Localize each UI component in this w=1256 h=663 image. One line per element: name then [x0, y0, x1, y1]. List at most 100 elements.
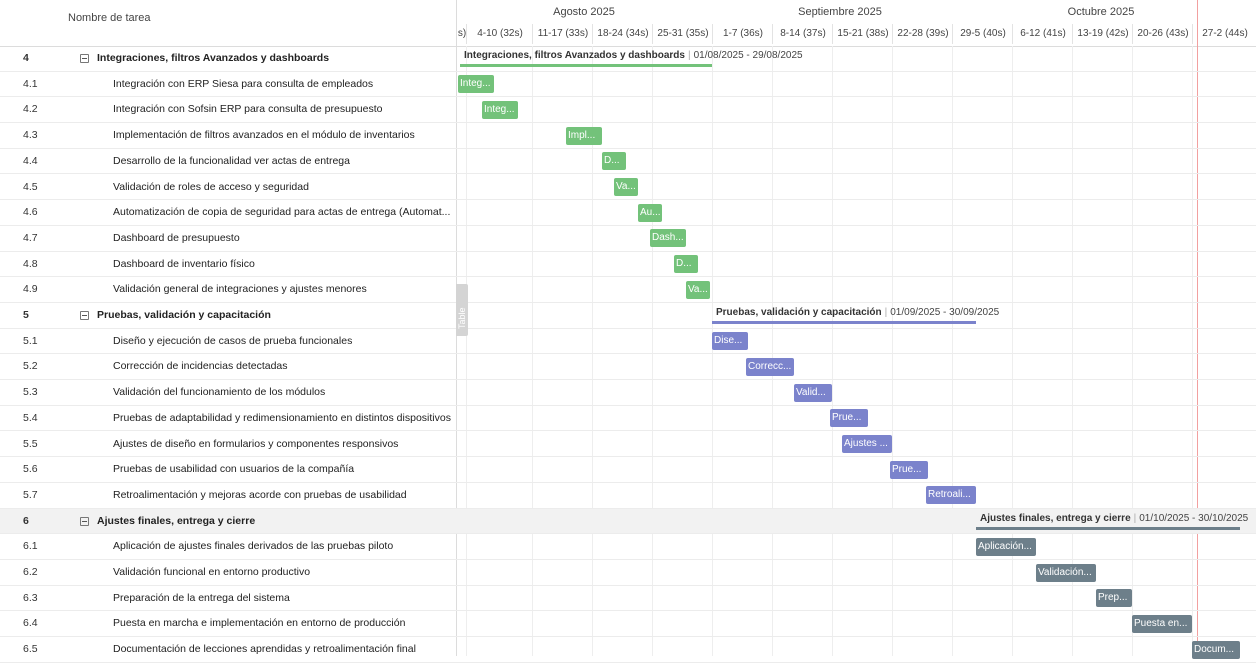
task-row[interactable]: 6.5 Documentación de lecciones aprendidas… — [0, 637, 1256, 663]
task-number: 4.1 — [23, 77, 38, 90]
task-bar[interactable]: Aplicación... — [976, 537, 1036, 556]
summary-bar[interactable] — [460, 64, 712, 67]
task-bar[interactable]: Ajustes ... — [842, 435, 892, 453]
task-bar[interactable]: Validación... — [1036, 563, 1096, 582]
task-row[interactable]: 5.6 Pruebas de usabilidad con usuarios de… — [0, 457, 1256, 483]
task-row[interactable]: 5.7 Retroalimentación y mejoras acorde co… — [0, 483, 1256, 509]
task-name: Integración con Sofsin ERP para consulta… — [113, 103, 383, 116]
task-number: 5.1 — [23, 334, 38, 347]
task-bar[interactable]: Prep... — [1096, 589, 1132, 608]
task-bar[interactable]: Integ... — [458, 75, 494, 94]
task-name: Ajustes de diseño en formularios y compo… — [113, 437, 399, 450]
week-label: 6-12 (41s) — [1012, 24, 1073, 44]
week-label: 22-28 (39s) — [892, 24, 953, 44]
task-bar[interactable]: Dash... — [650, 229, 686, 248]
task-column-label: Nombre de tarea — [68, 12, 151, 24]
task-name: Diseño y ejecución de casos de prueba fu… — [113, 334, 353, 347]
task-number: 6.5 — [23, 643, 38, 656]
task-bar[interactable]: Prue... — [830, 409, 868, 428]
task-row[interactable]: 6.1 Aplicación de ajustes finales derivad… — [0, 534, 1256, 560]
task-row[interactable]: 4.6 Automatización de copia de seguridad … — [0, 200, 1256, 226]
task-number: 4.4 — [23, 154, 38, 167]
week-label: 8-14 (37s) — [772, 24, 833, 44]
task-row[interactable]: 5.5 Ajustes de diseño en formularios y co… — [0, 432, 1256, 458]
month-label: Septiembre 2025 — [798, 6, 882, 18]
week-label: 11-17 (33s) — [532, 24, 593, 44]
task-name: Corrección de incidencias detectadas — [113, 360, 288, 373]
task-row[interactable]: 4.4 Desarrollo de la funcionalidad ver ac… — [0, 149, 1256, 175]
task-bar[interactable]: Retroali... — [926, 486, 976, 505]
summary-date-range: 01/09/2025 - 30/09/2025 — [890, 307, 1000, 318]
task-name: Pruebas de usabilidad con usuarios de la… — [113, 463, 355, 476]
task-name: Integración con ERP Siesa para consulta … — [113, 77, 374, 90]
task-number: 6 — [23, 514, 29, 527]
task-name: Preparación de la entrega del sistema — [113, 591, 290, 604]
task-name: Documentación de lecciones aprendidas y … — [113, 643, 416, 656]
table-toggle-tab[interactable]: Table — [456, 284, 468, 336]
task-row[interactable]: 6.4 Puesta en marcha e implementación en … — [0, 611, 1256, 638]
week-label: 29-5 (40s) — [952, 24, 1013, 44]
task-number: 4.5 — [23, 180, 38, 193]
task-bar[interactable]: D... — [602, 152, 626, 171]
week-label: 18-24 (34s) — [592, 24, 653, 44]
task-column-header[interactable]: Nombre de tarea — [0, 0, 457, 46]
week-label: 25-31 (35s) — [652, 24, 713, 44]
task-row[interactable]: 5.3 Validación del funcionamiento de los … — [0, 380, 1256, 406]
task-bar[interactable]: D... — [674, 255, 698, 274]
task-number: 5.3 — [23, 386, 38, 399]
task-name: Desarrollo de la funcionalidad ver actas… — [113, 154, 350, 167]
task-row[interactable]: 5.4 Pruebas de adaptabilidad y redimensio… — [0, 406, 1256, 432]
task-number: 6.4 — [23, 617, 38, 630]
task-name: Automatización de copia de seguridad par… — [113, 206, 451, 219]
summary-bar[interactable] — [976, 526, 1240, 530]
summary-date-range: 01/08/2025 - 29/08/2025 — [693, 50, 803, 61]
task-name: Pruebas de adaptabilidad y redimensionam… — [113, 411, 451, 424]
task-number: 5 — [23, 309, 29, 321]
task-number: 4.6 — [23, 206, 38, 219]
task-number: 4.8 — [23, 257, 38, 270]
task-bar[interactable]: Correcc... — [746, 357, 794, 376]
task-bar[interactable]: Dise... — [712, 332, 748, 351]
task-row[interactable]: 5.1 Diseño y ejecución de casos de prueba… — [0, 329, 1256, 355]
task-name: Dashboard de inventario físico — [113, 257, 255, 270]
task-bar[interactable]: Au... — [638, 203, 662, 222]
task-name: Validación del funcionamiento de los mód… — [113, 386, 326, 399]
task-number: 6.2 — [23, 566, 38, 578]
task-name: Validación de roles de acceso y segurida… — [113, 180, 309, 193]
month-label: Agosto 2025 — [553, 6, 615, 18]
task-row[interactable]: 5.2 Corrección de incidencias detectadas — [0, 354, 1256, 381]
task-row[interactable]: 4.7 Dashboard de presupuesto — [0, 226, 1256, 252]
task-row[interactable]: 6.3 Preparación de la entrega del sistema — [0, 586, 1256, 612]
task-row[interactable]: 4.8 Dashboard de inventario físico — [0, 252, 1256, 278]
task-bar[interactable]: Valid... — [794, 383, 832, 402]
task-number: 5.5 — [23, 437, 38, 450]
table-tab-label: Table — [457, 307, 467, 329]
task-name: Ajustes finales, entrega y cierre — [97, 514, 256, 527]
task-number: 5.6 — [23, 463, 38, 476]
summary-bar-label: Ajustes finales, entrega y cierre | 01/10/… — [980, 513, 1248, 524]
task-bar[interactable]: Prue... — [890, 460, 928, 479]
collapse-toggle-icon[interactable] — [80, 311, 89, 320]
task-row[interactable]: 4.1 Integración con ERP Siesa para consul… — [0, 72, 1256, 98]
task-row[interactable]: 4.9 Validación general de integraciones y… — [0, 277, 1256, 303]
summary-date-range: 01/10/2025 - 30/10/2025 — [1139, 512, 1249, 524]
task-name: Puesta en marcha e implementación en ent… — [113, 617, 406, 630]
task-row[interactable]: 4.3 Implementación de filtros avanzados e… — [0, 123, 1256, 149]
summary-bar[interactable] — [712, 321, 976, 324]
task-bar[interactable]: Puesta en... — [1132, 614, 1192, 633]
summary-bar-label: Pruebas, validación y capacitación | 01/09… — [716, 307, 999, 318]
task-bar[interactable]: Impl... — [566, 126, 602, 145]
summary-title: Integraciones, filtros Avanzados y dashb… — [464, 50, 685, 61]
collapse-toggle-icon[interactable] — [80, 516, 89, 526]
task-row[interactable]: 4.2 Integración con Sofsin ERP para consu… — [0, 97, 1256, 124]
task-number: 4.7 — [23, 231, 38, 244]
gantt-header: Nombre de tarea Agosto 2025 Septiembre 2… — [0, 0, 1256, 47]
task-bar[interactable]: Va... — [614, 178, 638, 196]
summary-row[interactable]: 5 Pruebas, validación y capacitación — [0, 303, 1256, 329]
task-number: 6.1 — [23, 540, 38, 553]
week-label: 13-19 (42s) — [1072, 24, 1133, 44]
task-bar[interactable]: Integ... — [482, 100, 518, 119]
task-number: 4.2 — [23, 103, 38, 116]
collapse-toggle-icon[interactable] — [80, 54, 89, 63]
task-bar[interactable]: Va... — [686, 280, 710, 299]
